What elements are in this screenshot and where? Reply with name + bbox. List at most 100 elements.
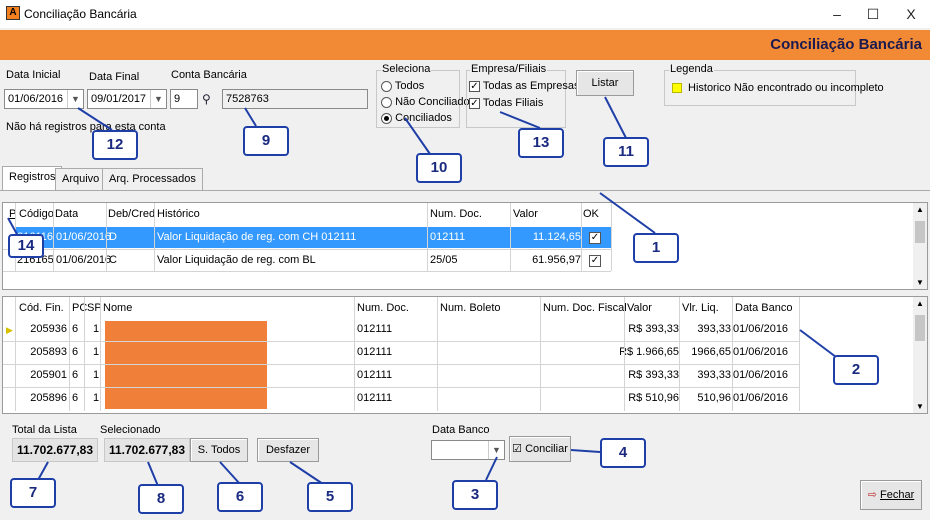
tab-registros[interactable]: Registros — [2, 166, 63, 190]
callout-5: 5 — [307, 482, 353, 512]
data-final-value: 09/01/2017 — [91, 93, 147, 105]
ok-checkbox[interactable]: ✓ — [589, 255, 601, 267]
checkbox-checked-icon[interactable]: ✓ — [469, 97, 480, 109]
header-vlr-liq[interactable]: Vlr. Liq. — [680, 299, 719, 317]
conta-number-input[interactable]: 9 — [170, 89, 198, 109]
chevron-down-icon[interactable]: ▼ — [150, 90, 166, 108]
data-banco-label: Data Banco — [432, 424, 490, 436]
checkbox-todas-filiais[interactable]: ✓ Todas Filiais — [469, 97, 543, 109]
scroll-down-icon[interactable]: ▼ — [916, 402, 924, 411]
callout-12: 12 — [92, 130, 138, 160]
cell-sp: 1 — [93, 369, 100, 381]
maximize-button[interactable]: ☐ — [858, 3, 888, 25]
table-row[interactable]: 216165 01/06/2016 C Valor Liquidação de … — [15, 250, 611, 271]
header-nome[interactable]: Nome — [101, 299, 132, 317]
legenda-title: Legenda — [669, 63, 714, 75]
grid-line — [540, 297, 541, 411]
radio-selected-icon[interactable] — [381, 112, 392, 124]
header-num-doc[interactable]: Num. Doc. — [428, 205, 482, 223]
empresa-title: Empresa/Filiais — [470, 63, 548, 75]
conciliar-button[interactable]: ☑ Conciliar — [509, 436, 571, 462]
header-deb-cred[interactable]: Deb/Cred — [106, 205, 155, 223]
selecionado-value: 11.702.677,83 — [104, 438, 190, 462]
tab-arq-processados[interactable]: Arq. Processados — [102, 168, 203, 190]
ok-checkbox[interactable]: ✓ — [589, 232, 601, 244]
cell-dc: D — [109, 231, 117, 243]
checkbox-todas-empresas[interactable]: ✓ Todas as Empresas — [469, 80, 579, 92]
callout-9: 9 — [243, 126, 289, 156]
radio-icon[interactable] — [381, 80, 392, 92]
radio-conciliados[interactable]: Conciliados — [381, 112, 452, 124]
scroll-up-icon[interactable]: ▲ — [916, 205, 924, 214]
header-data-banco[interactable]: Data Banco — [733, 299, 792, 317]
data-banco-field[interactable]: ▼ — [431, 440, 505, 460]
grid-line — [427, 203, 428, 271]
cell-cod-fin: 205936 — [30, 323, 67, 335]
radio-nao-conciliados[interactable]: Não Conciliados — [381, 96, 475, 108]
cell-pc: 6 — [72, 369, 79, 381]
callout-1: 1 — [633, 233, 679, 263]
financeiro-grid[interactable]: Cód. Fin. PC SP Nome Num. Doc. Num. Bole… — [2, 296, 928, 414]
radio-icon[interactable] — [381, 96, 392, 108]
header-ok[interactable]: OK — [581, 205, 599, 223]
binoculars-search-icon[interactable]: ⚲ — [202, 92, 211, 106]
table-row-selected[interactable]: 216116 01/06/2016 D Valor Liquidação de … — [15, 227, 611, 248]
header-valor[interactable]: Valor — [511, 205, 538, 223]
scrollbar[interactable]: ▲ ▼ — [913, 203, 927, 289]
cell-vlr-liq: 393,33 — [697, 323, 731, 335]
arrow-11 — [604, 96, 627, 139]
grid-line — [3, 249, 611, 250]
callout-11: 11 — [603, 137, 649, 167]
data-final-field[interactable]: 09/01/2017 ▼ — [87, 89, 167, 109]
header-num-doc-fiscal[interactable]: Num. Doc. Fiscal — [541, 299, 627, 317]
cell-pc: 6 — [72, 323, 79, 335]
conta-label: Conta Bancária — [171, 69, 247, 81]
header-data[interactable]: Data — [53, 205, 78, 223]
close-button[interactable]: X — [896, 3, 926, 25]
scrollbar[interactable]: ▲ ▼ — [913, 297, 927, 413]
tab-arquivo[interactable]: Arquivo — [55, 168, 107, 190]
listar-button[interactable]: Listar — [576, 70, 634, 96]
radio-todos[interactable]: Todos — [381, 80, 424, 92]
cell-historico: Valor Liquidação de reg. com CH 012111 — [157, 231, 357, 243]
grid-line — [3, 271, 611, 272]
cell-data: 01/06/2016 — [56, 254, 112, 266]
header-num-boleto[interactable]: Num. Boleto — [438, 299, 501, 317]
grid-line — [3, 364, 799, 365]
header-cod-fin[interactable]: Cód. Fin. — [17, 299, 64, 317]
scroll-down-icon[interactable]: ▼ — [916, 278, 924, 287]
grid-line — [799, 297, 800, 411]
radio-nao-conciliados-label: Não Conciliados — [395, 96, 476, 108]
data-inicial-field[interactable]: 01/06/2016 ▼ — [4, 89, 84, 109]
grid-line — [84, 297, 85, 411]
grid-line — [679, 297, 680, 411]
total-value: 11.702.677,83 — [12, 438, 98, 462]
grid-line — [732, 297, 733, 411]
arrow-3 — [485, 456, 498, 481]
registros-grid[interactable]: P Código Data Deb/Cred Histórico Num. Do… — [2, 202, 928, 290]
cell-num-doc: 012111 — [357, 392, 393, 404]
app-icon: A — [6, 6, 20, 20]
cell-data-banco: 01/06/2016 — [733, 369, 789, 381]
scrollbar-thumb[interactable] — [915, 221, 925, 243]
fechar-button[interactable]: ⇨ Fechar — [860, 480, 922, 510]
header-historico[interactable]: Histórico — [155, 205, 200, 223]
checkbox-checked-icon[interactable]: ✓ — [469, 80, 480, 92]
chevron-down-icon[interactable]: ▼ — [67, 90, 83, 108]
header-valor[interactable]: Valor — [625, 299, 652, 317]
desfazer-button[interactable]: Desfazer — [257, 438, 319, 462]
chevron-down-icon[interactable]: ▼ — [488, 441, 504, 459]
minimize-button[interactable]: – — [822, 3, 852, 25]
header-num-doc[interactable]: Num. Doc. — [355, 299, 409, 317]
fechar-label: Fechar — [880, 489, 915, 501]
grid-line — [510, 203, 511, 271]
scrollbar-thumb[interactable] — [915, 315, 925, 341]
callout-14: 14 — [8, 234, 44, 258]
scroll-up-icon[interactable]: ▲ — [916, 299, 924, 308]
select-all-button[interactable]: S. Todos — [190, 438, 248, 462]
grid-line — [15, 297, 16, 411]
header-codigo[interactable]: Código — [17, 205, 54, 223]
arrow-5 — [289, 461, 324, 485]
redacted-name-block — [105, 321, 267, 409]
cell-num-doc: 012111 — [430, 231, 466, 243]
